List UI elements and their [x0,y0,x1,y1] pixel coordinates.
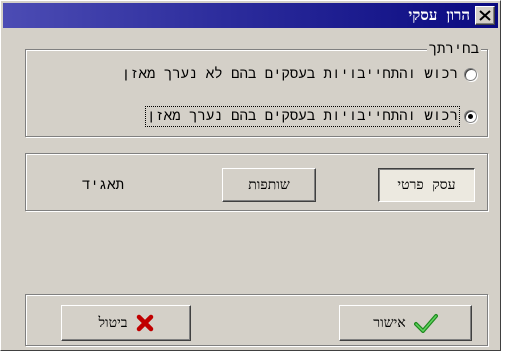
selection-groupbox: בחירתך רכוש והתחייבויות בעסקים בהם לא נע… [25,41,488,137]
radio-option-no-balance[interactable]: רכוש והתחייבויות בעסקים בהם לא נערך מאזן [122,66,477,83]
ok-label: אישור [373,314,406,331]
close-icon [479,10,491,21]
selection-legend: בחירתך [426,41,481,58]
radio-option-with-balance[interactable]: רכוש והתחייבויות בעסקים בהם נערך מאזן [145,106,477,127]
red-x-icon [136,314,154,332]
checkmark-icon [413,313,438,333]
ok-button[interactable]: אישור [339,305,472,341]
title-bar[interactable]: הרון עסקי [3,3,498,28]
business-type-panel: עסק פרטי שותפות תאגיד [25,153,488,211]
radio-label-no-balance[interactable]: רכוש והתחייבויות בעסקים בהם לא נערך מאזן [122,66,458,83]
partnership-label: שותפות [248,176,290,193]
cancel-label: ביטול [98,314,128,331]
private-business-button[interactable]: עסק פרטי [378,168,475,202]
partnership-button[interactable]: שותפות [222,168,316,202]
radio-button-with-balance[interactable] [464,110,477,123]
dialog-window: הרון עסקי בחירתך רכוש והתחייבויות בעסקים… [0,0,501,351]
corporation-label: תאגיד [82,177,125,193]
cancel-button[interactable]: ביטול [61,305,191,341]
close-button[interactable] [475,6,495,25]
radio-button-no-balance[interactable] [464,68,477,81]
window-title: הרון עסקי [408,6,470,24]
footer-bar: אישור ביטול [25,294,488,346]
radio-label-with-balance[interactable]: רכוש והתחייבויות בעסקים בהם נערך מאזן [145,106,460,127]
private-business-label: עסק פרטי [397,176,456,193]
